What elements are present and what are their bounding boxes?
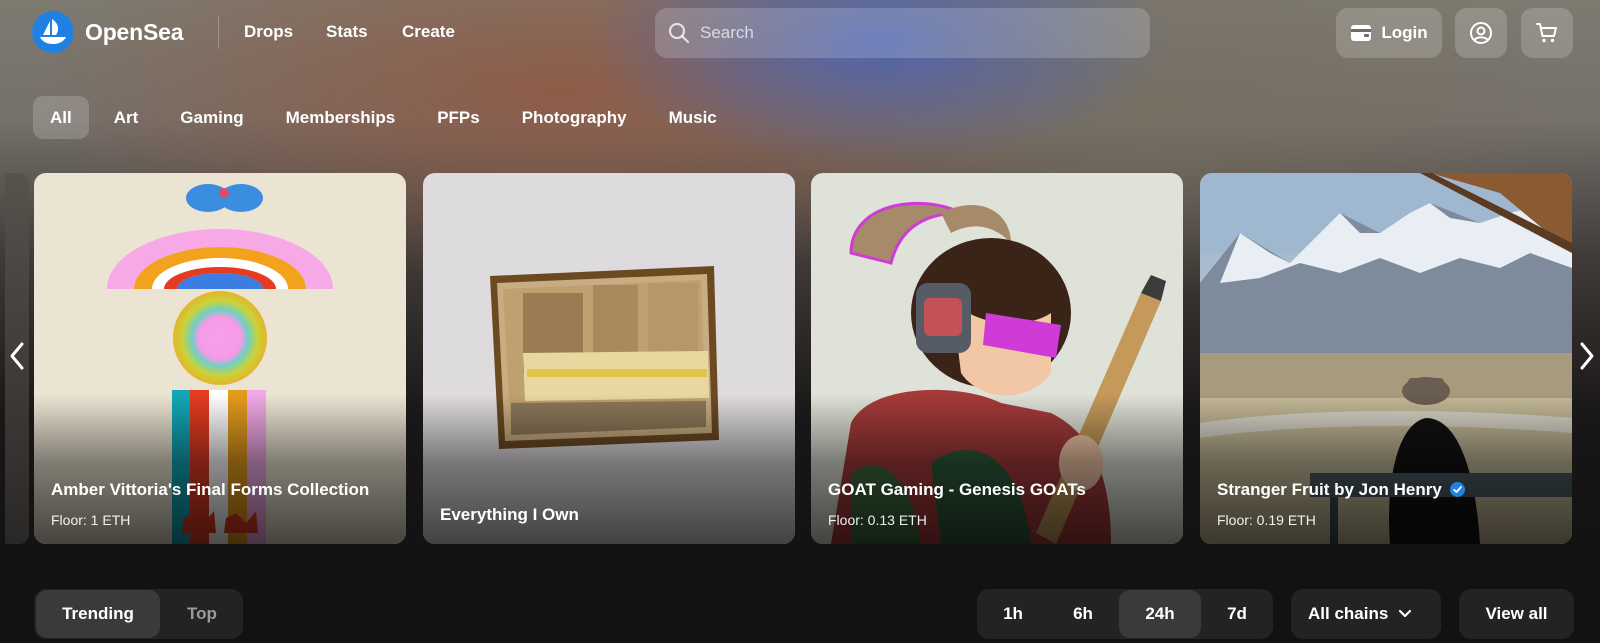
cart-button[interactable] bbox=[1521, 8, 1573, 58]
view-all-button[interactable]: View all bbox=[1459, 589, 1574, 639]
ranking-toggle: Trending Top bbox=[34, 589, 243, 639]
category-memberships[interactable]: Memberships bbox=[269, 96, 413, 139]
login-label: Login bbox=[1381, 23, 1428, 42]
chains-dropdown[interactable]: All chains bbox=[1291, 589, 1441, 639]
tab-trending[interactable]: Trending bbox=[36, 590, 160, 638]
chains-label: All chains bbox=[1308, 604, 1389, 623]
opensea-logo[interactable]: OpenSea bbox=[32, 11, 184, 53]
opensea-logo-icon bbox=[32, 11, 74, 53]
brand-name: OpenSea bbox=[85, 18, 184, 45]
collection-card-amber-vittoria[interactable]: Amber Vittoria's Final Forms Collection … bbox=[34, 173, 406, 544]
profile-button[interactable] bbox=[1455, 8, 1507, 58]
time-range-24h[interactable]: 24h bbox=[1119, 590, 1201, 638]
time-range-1h[interactable]: 1h bbox=[979, 590, 1047, 638]
user-circle-icon bbox=[1470, 22, 1492, 44]
category-art[interactable]: Art bbox=[97, 96, 156, 139]
card-floor-price: Floor: 0.19 ETH bbox=[1217, 512, 1316, 528]
search-icon bbox=[668, 22, 690, 44]
tab-top[interactable]: Top bbox=[164, 590, 240, 638]
chevron-down-icon bbox=[1399, 609, 1412, 618]
card-floor-price: Floor: 0.13 ETH bbox=[828, 512, 927, 528]
chevron-right-icon bbox=[1580, 342, 1594, 370]
search-input[interactable] bbox=[700, 23, 1120, 43]
time-range-selector: 1h 6h 24h 7d bbox=[977, 589, 1273, 639]
nav-stats[interactable]: Stats bbox=[326, 22, 368, 42]
category-all[interactable]: All bbox=[33, 96, 89, 139]
category-tabs: All Art Gaming Memberships PFPs Photogra… bbox=[33, 96, 742, 139]
category-music[interactable]: Music bbox=[652, 96, 734, 139]
time-range-6h[interactable]: 6h bbox=[1049, 590, 1117, 638]
time-range-7d[interactable]: 7d bbox=[1203, 590, 1271, 638]
category-pfps[interactable]: PFPs bbox=[420, 96, 497, 139]
carousel-prev-button[interactable] bbox=[8, 341, 26, 376]
card-title: GOAT Gaming - Genesis GOATs bbox=[828, 480, 1086, 499]
collection-card-everything-i-own[interactable]: Everything I Own bbox=[423, 173, 795, 544]
top-header: OpenSea Drops Stats Create Login bbox=[0, 0, 1600, 66]
verified-badge-icon bbox=[1449, 482, 1465, 497]
login-button[interactable]: Login bbox=[1336, 8, 1442, 58]
carousel-next-button[interactable] bbox=[1578, 341, 1596, 376]
collection-card-goat-gaming[interactable]: GOAT Gaming - Genesis GOATs Floor: 0.13 … bbox=[811, 173, 1183, 544]
card-title-text: Stranger Fruit by Jon Henry bbox=[1217, 480, 1442, 499]
card-floor-price: Floor: 1 ETH bbox=[51, 512, 131, 528]
nav-drops[interactable]: Drops bbox=[244, 22, 293, 42]
cart-icon bbox=[1536, 23, 1557, 43]
card-title: Everything I Own bbox=[440, 505, 579, 524]
collection-card-stranger-fruit[interactable]: Stranger Fruit by Jon Henry Floor: 0.19 … bbox=[1200, 173, 1572, 544]
card-title: Stranger Fruit by Jon Henry bbox=[1217, 480, 1465, 500]
chevron-left-icon bbox=[10, 342, 24, 370]
category-gaming[interactable]: Gaming bbox=[163, 96, 260, 139]
wallet-icon bbox=[1351, 25, 1372, 41]
header-divider bbox=[218, 15, 219, 49]
card-title: Amber Vittoria's Final Forms Collection bbox=[51, 480, 370, 499]
category-photography[interactable]: Photography bbox=[505, 96, 644, 139]
search-bar[interactable] bbox=[655, 8, 1150, 58]
nav-create[interactable]: Create bbox=[402, 22, 455, 42]
